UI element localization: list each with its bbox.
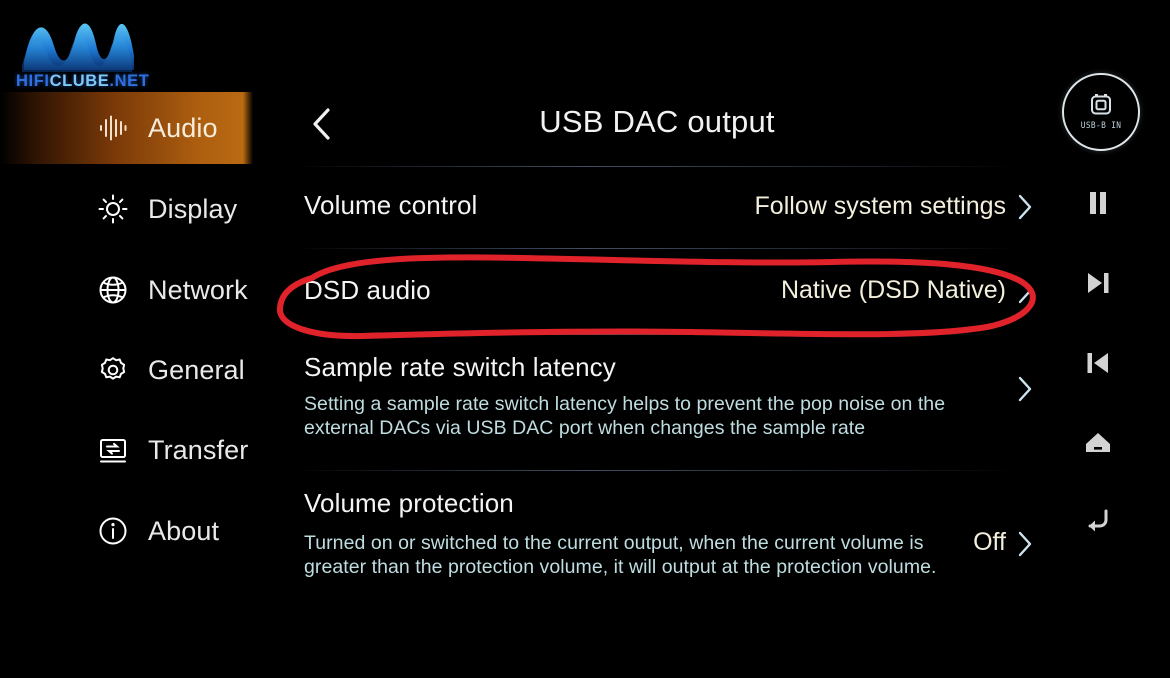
- chevron-right-icon[interactable]: [1014, 277, 1040, 304]
- row-title: DSD audio: [304, 275, 431, 305]
- sidebar-item-about[interactable]: About: [0, 495, 262, 567]
- sidebar-item-label: Transfer: [148, 434, 249, 465]
- sidebar-item-transfer[interactable]: Transfer: [0, 414, 262, 486]
- row-value: Follow system settings: [754, 192, 1006, 220]
- row-value: Native (DSD Native): [780, 276, 1006, 304]
- usb-b-in-label: USB-B IN: [1080, 121, 1122, 131]
- chevron-right-icon[interactable]: [1014, 530, 1040, 557]
- row-title: Sample rate switch latency: [304, 352, 616, 382]
- sidebar-item-label: General: [148, 354, 245, 385]
- chevron-right-icon[interactable]: [1014, 375, 1040, 402]
- sidebar-item-label: Display: [148, 193, 238, 224]
- sidebar-item-label: Audio: [148, 112, 218, 143]
- row-description: Setting a sample rate switch latency hel…: [304, 393, 946, 439]
- sidebar-item-display[interactable]: Display: [0, 173, 262, 245]
- content-topbar: USB DAC output: [262, 95, 1052, 157]
- home-icon: [1084, 431, 1112, 460]
- row-divider: [302, 166, 1012, 167]
- info-circle-icon: [96, 514, 130, 548]
- audio-waveform-icon: [96, 111, 130, 145]
- page-title: USB DAC output: [539, 104, 775, 139]
- next-track-button[interactable]: [1074, 263, 1122, 307]
- row-value: Off: [973, 528, 1006, 556]
- gear-icon: [96, 353, 130, 387]
- transport-control-rail: USB-B IN: [1052, 0, 1170, 678]
- back-button[interactable]: [1074, 500, 1122, 544]
- sidebar-item-general[interactable]: General: [0, 334, 262, 406]
- usb-b-in-status-badge[interactable]: USB-B IN: [1062, 73, 1140, 151]
- sidebar: Audio Display Network General Transfer About: [0, 0, 262, 678]
- sidebar-item-audio[interactable]: Audio: [0, 92, 253, 164]
- sidebar-item-label: About: [148, 515, 220, 546]
- sidebar-item-label: Network: [148, 274, 248, 305]
- row-title: Volume protection: [304, 488, 514, 518]
- pause-icon: [1085, 189, 1111, 222]
- home-button[interactable]: [1074, 423, 1122, 467]
- back-arrow-icon: [1084, 507, 1112, 538]
- row-divider: [302, 334, 1012, 335]
- next-track-icon: [1084, 269, 1112, 302]
- brightness-sun-icon: [96, 192, 130, 226]
- pause-button[interactable]: [1074, 183, 1122, 227]
- previous-track-button[interactable]: [1074, 343, 1122, 387]
- settings-content-panel: USB DAC output Volume control Follow syst…: [262, 0, 1052, 678]
- prev-track-icon: [1084, 349, 1112, 382]
- row-description: Turned on or switched to the current out…: [304, 532, 937, 578]
- row-title: Volume control: [304, 190, 478, 220]
- chevron-right-icon[interactable]: [1014, 193, 1040, 220]
- usb-b-port-icon: [1088, 93, 1114, 119]
- row-divider: [302, 248, 1012, 249]
- row-divider: [302, 470, 1012, 471]
- globe-icon: [96, 273, 130, 307]
- transfer-monitor-icon: [96, 433, 130, 467]
- sidebar-item-network[interactable]: Network: [0, 254, 262, 326]
